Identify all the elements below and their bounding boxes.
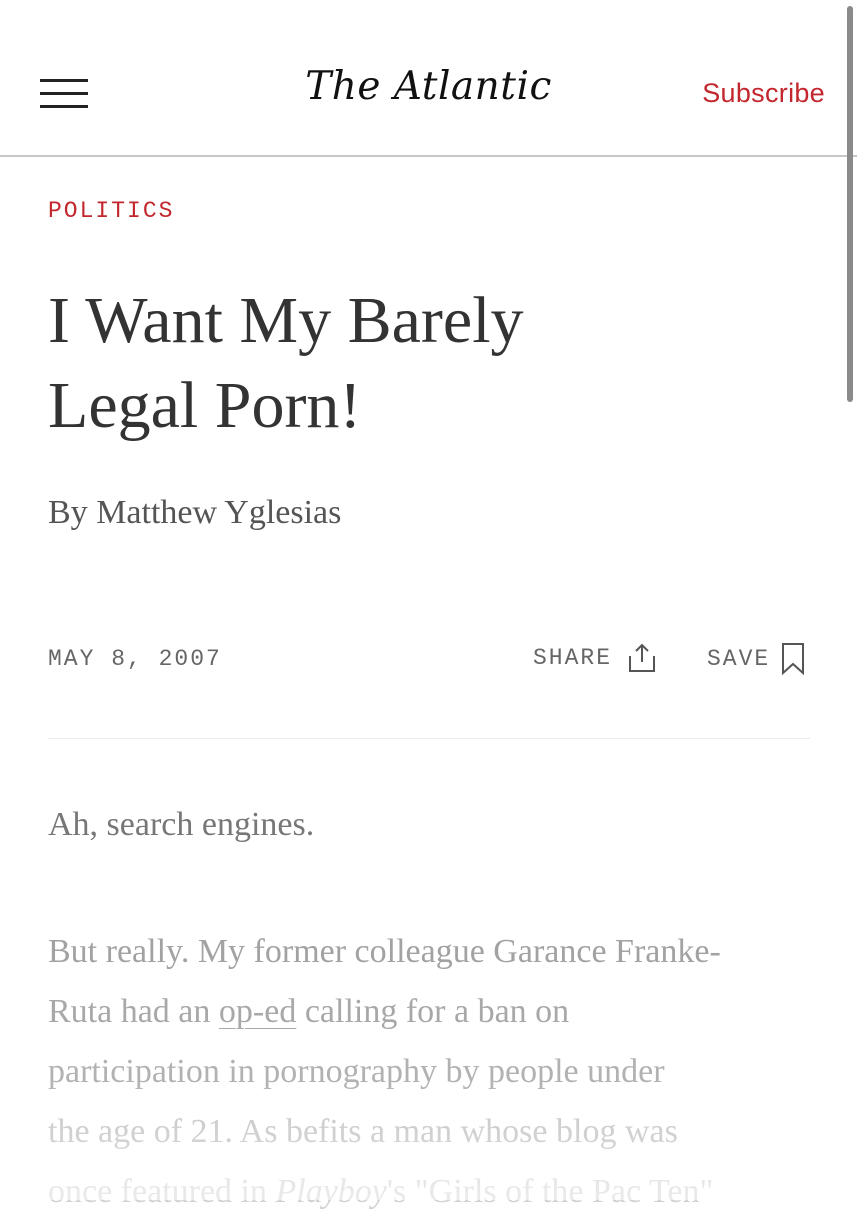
share-upload-icon (629, 643, 656, 672)
article-title: I Want My Barely Legal Porn! (48, 278, 668, 448)
bookmark-icon (782, 643, 805, 676)
paragraph-2-line-5: once featured in Playboy's "Girls of the… (48, 1162, 818, 1222)
paragraph-2-line-2-pre: Ruta had an (48, 993, 219, 1030)
paragraph-1: Ah, search engines. (48, 806, 315, 843)
paragraph-2: But really. My former colleague Garance … (48, 922, 818, 1222)
paragraph-2-line-2-post: calling for a ban on (296, 993, 570, 1030)
scrollbar[interactable] (847, 6, 853, 402)
article-title-line2: Legal Porn! (48, 369, 362, 442)
save-button[interactable]: SAVE (707, 642, 806, 676)
paragraph-2-line-1: But really. My former colleague Garance … (48, 933, 721, 970)
article-title-line1: I Want My Barely (48, 284, 524, 357)
paragraph-2-line-4: the age of 21. As befits a man whose blo… (48, 1113, 678, 1150)
divider (48, 738, 810, 739)
subscribe-button[interactable]: Subscribe (702, 78, 825, 109)
paragraph-2-line-5-post: 's "Girls of the Pac Ten" (386, 1173, 714, 1210)
paragraph-2-line-5-pre: once featured in (48, 1173, 276, 1210)
paragraph-2-line-3: participation in pornography by people u… (48, 1053, 665, 1090)
author-link[interactable]: Matthew Yglesias (96, 494, 341, 531)
publish-date: MAY 8, 2007 (48, 646, 222, 672)
byline: By Matthew Yglesias (48, 494, 341, 532)
section-label[interactable]: POLITICS (48, 198, 174, 224)
save-label: SAVE (707, 646, 771, 672)
site-header: The Atlantic Subscribe (0, 0, 857, 157)
playboy-italic: Playboy (275, 1173, 387, 1210)
share-label: SHARE (533, 645, 613, 671)
share-button[interactable]: SHARE (533, 642, 658, 674)
byline-prefix: By (48, 494, 97, 531)
paragraph-2-line-2: Ruta had an op-ed calling for a ban on (48, 982, 818, 1042)
op-ed-link[interactable]: op-ed (219, 993, 296, 1030)
